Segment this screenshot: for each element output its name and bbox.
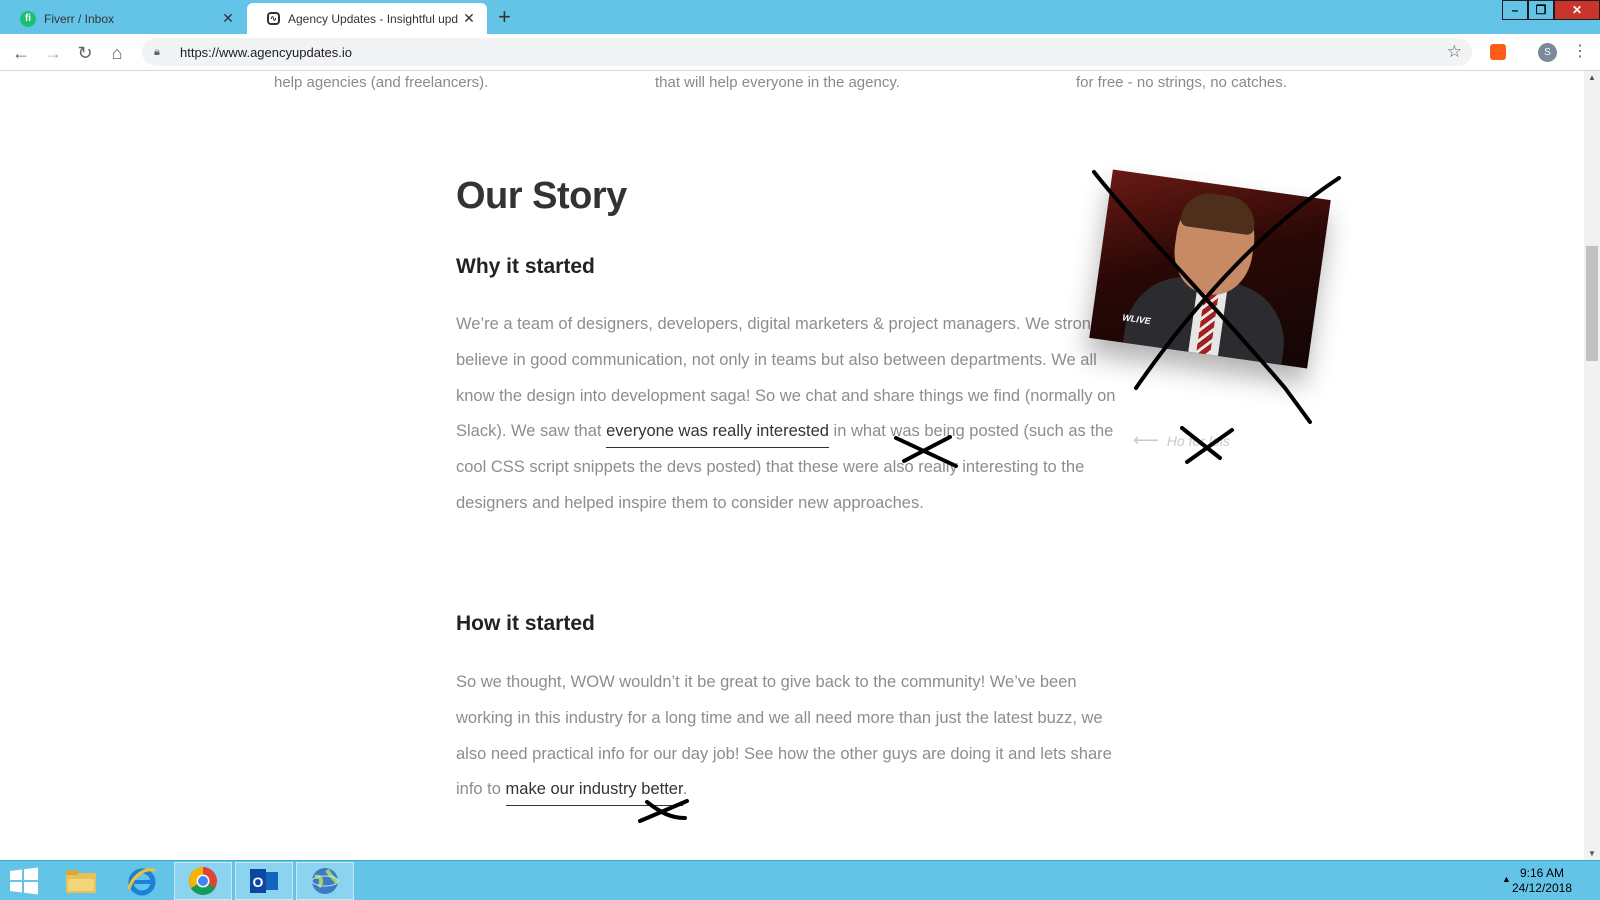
windows-taskbar: O ▲ 9:16 AM 24/12/2018 [0,860,1600,900]
minimize-icon[interactable]: – [1502,0,1528,20]
bookmark-star-icon[interactable]: ☆ [1447,42,1462,62]
arrow-left-icon: ⟵ [1133,430,1159,450]
tab-agency-updates[interactable]: ∿ Agency Updates - Insightful upd ✕ [247,3,487,34]
close-window-icon[interactable]: ✕ [1554,0,1600,20]
scrollbar-thumb[interactable] [1586,246,1598,361]
close-tab-icon[interactable]: ✕ [220,10,236,27]
why-heading: Why it started [456,255,595,278]
scroll-down-icon[interactable]: ▼ [1588,849,1596,858]
file-explorer-icon[interactable] [52,862,110,900]
how-text-after: . [682,780,688,799]
address-bar[interactable]: 🔒︎ https://www.agencyupdates.io ☆ [142,38,1472,66]
clock-date: 24/12/2018 [1511,881,1572,895]
svg-text:O: O [253,874,264,890]
fiverr-icon: fi [20,10,36,27]
everyone-interested-link[interactable]: everyone was really interested [606,422,829,449]
browser-toolbar: ← → ↻ ⌂ 🔒︎ https://www.agencyupdates.io … [0,34,1600,71]
close-tab-icon[interactable]: ✕ [461,10,477,27]
restore-icon[interactable]: ❐ [1528,0,1554,20]
globe-icon[interactable] [296,862,354,900]
new-tab-button[interactable]: + [498,4,511,30]
feature-text-3: for free - no strings, no catches. [1076,74,1287,91]
tab-title: Agency Updates - Insightful upd [288,11,459,26]
url-text: https://www.agencyupdates.io [180,44,352,60]
how-paragraph: So we thought, WOW wouldn’t it be great … [456,665,1128,808]
feature-text-1: help agencies (and freelancers). [274,74,489,91]
outlook-icon[interactable]: O [235,862,293,900]
clock-time: 9:16 AM [1519,866,1564,880]
system-clock[interactable]: 9:16 AM 24/12/2018 [1512,866,1572,896]
internet-explorer-icon[interactable] [113,862,171,900]
feature-text-2: that will help everyone in the agency. [655,74,900,91]
photo-note: ⟵ Ho for lols [1133,430,1230,451]
photo-note-text: Ho for lols [1166,432,1230,449]
scroll-up-icon[interactable]: ▲ [1588,73,1596,82]
forward-arrow-icon[interactable]: → [42,42,64,64]
extension-icon[interactable] [1490,44,1506,60]
agency-updates-icon: ∿ [267,12,280,25]
why-paragraph: We’re a team of designers, developers, d… [456,307,1128,522]
web-page: help agencies (and freelancers). that wi… [0,71,1584,860]
menu-dots-icon[interactable]: ⋮ [1572,41,1588,63]
page-scrollbar[interactable]: ▲ ▼ [1584,71,1600,860]
home-icon[interactable]: ⌂ [106,42,128,64]
wrestler-photo: WLIVE [1089,169,1331,369]
reload-icon[interactable]: ↻ [74,42,96,64]
story-title: Our Story [456,175,627,217]
browser-tab-strip: fi Fiverr / Inbox ✕ ∿ Agency Updates - I… [0,0,1600,34]
window-controls: – ❐ ✕ [1502,0,1600,20]
lock-icon: 🔒︎ [154,45,160,58]
tab-title: Fiverr / Inbox [44,11,115,26]
tab-fiverr-inbox[interactable]: fi Fiverr / Inbox ✕ [0,3,246,34]
make-industry-better-link[interactable]: make our industry better [505,780,683,807]
tray-expand-icon[interactable]: ▲ [1502,874,1511,884]
how-heading: How it started [456,612,595,635]
chrome-icon[interactable] [174,862,232,900]
profile-avatar[interactable]: S [1538,43,1557,62]
back-arrow-icon[interactable]: ← [10,42,32,64]
start-icon[interactable] [8,867,40,895]
